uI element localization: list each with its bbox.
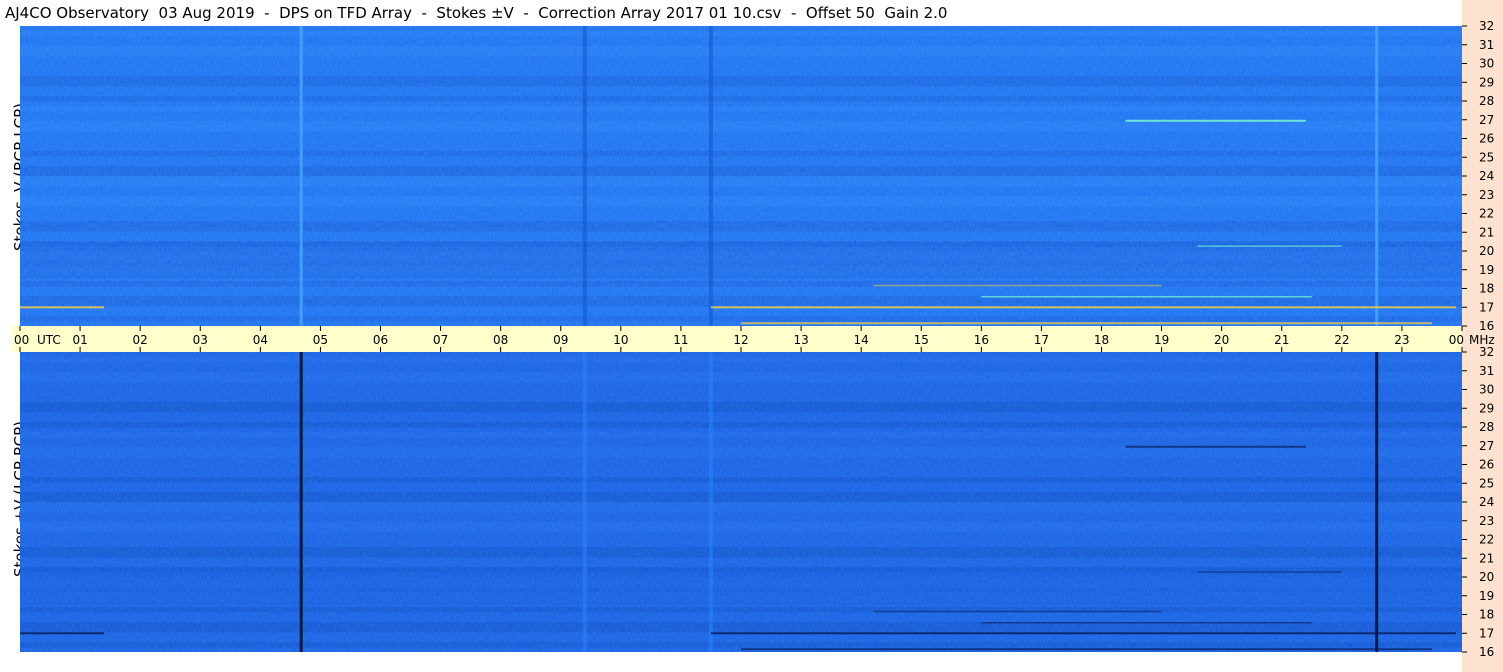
- time-tick-label: 05: [313, 333, 328, 347]
- time-tick-label: 16: [974, 333, 989, 347]
- top-streak: [710, 306, 1456, 309]
- utc-label: UTC: [37, 333, 61, 347]
- top-y-tick-label: 23: [1479, 188, 1494, 202]
- time-tick-label: 09: [553, 333, 568, 347]
- top-streak: [981, 296, 1312, 298]
- bottom-time-stripe: [582, 352, 587, 652]
- time-tick-label: 15: [914, 333, 929, 347]
- time-tick-label: 03: [193, 333, 208, 347]
- bottom-y-tick-label: 21: [1479, 551, 1494, 565]
- bottom-y-tick-label: 19: [1479, 589, 1494, 603]
- top-streak: [1125, 119, 1306, 122]
- time-tick-label: 01: [72, 333, 87, 347]
- bottom-y-tick-label: 23: [1479, 514, 1494, 528]
- bottom-y-tick-label: 22: [1479, 533, 1494, 547]
- time-tick-label: 13: [793, 333, 808, 347]
- time-tick-label: 18: [1094, 333, 1109, 347]
- time-tick-label: 12: [733, 333, 748, 347]
- top-y-tick-label: 18: [1479, 282, 1494, 296]
- time-tick-label: 20: [1214, 333, 1229, 347]
- bottom-streak: [710, 632, 1456, 635]
- bottom-y-tick-label: 18: [1479, 608, 1494, 622]
- top-time-stripe: [708, 26, 713, 326]
- bottom-y-tick-label: 26: [1479, 458, 1494, 472]
- time-tick-label: 08: [493, 333, 508, 347]
- bottom-streak: [1197, 571, 1342, 573]
- top-vertical-line: [299, 26, 303, 326]
- top-y-tick-label: 28: [1479, 94, 1494, 108]
- bottom-y-tick-label: 31: [1479, 364, 1494, 378]
- bottom-y-tick-label: 16: [1479, 645, 1494, 659]
- bottom-y-tick-label: 25: [1479, 476, 1494, 490]
- top-y-tick-label: 29: [1479, 75, 1494, 89]
- top-y-tick-label: 17: [1479, 300, 1494, 314]
- top-y-tick-label: 25: [1479, 150, 1494, 164]
- top-y-tick-label: 24: [1479, 169, 1494, 183]
- bottom-streak: [981, 622, 1312, 624]
- time-tick-label: 23: [1394, 333, 1409, 347]
- mhz-label: MHz: [1469, 333, 1495, 347]
- top-y-tick-label: 16: [1479, 319, 1494, 333]
- time-tick-label: 17: [1034, 333, 1049, 347]
- top-vertical-line: [1375, 26, 1379, 326]
- time-tick-label: 07: [433, 333, 448, 347]
- time-tick-label: 22: [1334, 333, 1349, 347]
- time-tick-label: 21: [1274, 333, 1289, 347]
- top-y-tick-label: 22: [1479, 207, 1494, 221]
- top-y-tick-label: 19: [1479, 263, 1494, 277]
- time-tick-label: 06: [373, 333, 388, 347]
- bottom-y-tick-label: 20: [1479, 570, 1494, 584]
- bottom-y-tick-label: 17: [1479, 626, 1494, 640]
- top-streak: [1197, 245, 1342, 247]
- time-tick-label: 00: [14, 333, 29, 347]
- bottom-y-tick-label: 30: [1479, 383, 1494, 397]
- bottom-y-tick-label: 32: [1479, 345, 1494, 359]
- top-streak: [20, 306, 105, 309]
- top-streak: [873, 284, 1162, 287]
- top-y-tick-label: 31: [1479, 38, 1494, 52]
- time-tick-label: 02: [133, 333, 148, 347]
- bottom-y-tick-label: 28: [1479, 420, 1494, 434]
- spectrogram-plot: 16 17 18 19 20 21 22 23 24 25 26 27 28 29 30 31 32 16 17 18…: [12, 19, 1495, 659]
- bottom-noise-texture: [20, 352, 1462, 652]
- time-tick-label: 04: [253, 333, 268, 347]
- bottom-vertical-line: [1375, 352, 1379, 652]
- top-y-tick-label: 27: [1479, 113, 1494, 127]
- time-tick-label: 14: [854, 333, 869, 347]
- time-tick-label: 11: [673, 333, 688, 347]
- top-y-tick-label: 32: [1479, 19, 1494, 33]
- time-tick-label: 10: [613, 333, 628, 347]
- bottom-streak: [1125, 445, 1306, 448]
- top-noise-texture: [20, 26, 1462, 326]
- bottom-streak: [20, 632, 105, 635]
- time-tick-label: 19: [1154, 333, 1169, 347]
- bottom-time-stripe: [708, 352, 713, 652]
- bottom-y-tick-label: 29: [1479, 401, 1494, 415]
- time-tick-label: 00: [1449, 333, 1464, 347]
- bottom-vertical-line: [299, 352, 303, 652]
- top-y-tick-label: 21: [1479, 225, 1494, 239]
- bottom-y-tick-label: 27: [1479, 439, 1494, 453]
- bottom-y-tick-label: 24: [1479, 495, 1494, 509]
- top-streak: [741, 322, 1432, 325]
- bottom-streak: [873, 610, 1162, 613]
- top-y-tick-label: 30: [1479, 57, 1494, 71]
- top-time-stripe: [582, 26, 587, 326]
- top-y-tick-label: 26: [1479, 132, 1494, 146]
- top-y-tick-label: 20: [1479, 244, 1494, 258]
- bottom-streak: [741, 648, 1432, 651]
